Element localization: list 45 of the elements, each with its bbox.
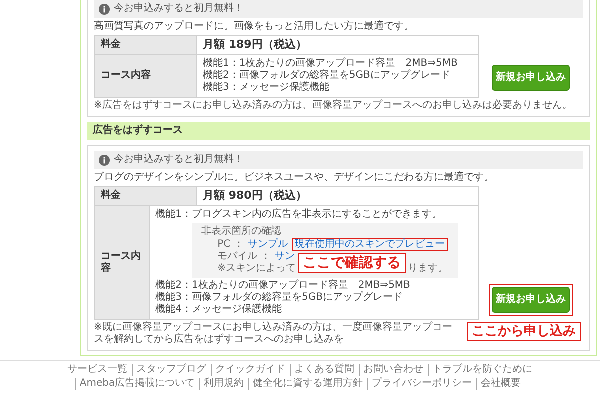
skin-preview-link[interactable]: 現在使用中のスキンでプレビュー	[292, 238, 448, 251]
mobile-label: モバイル ：	[218, 251, 271, 263]
footer-link[interactable]: 会社概要	[476, 378, 526, 390]
notice-text: 今お申込みすると初月無料！	[114, 154, 244, 166]
skin-note: ります。	[408, 263, 448, 275]
footer-link[interactable]: 健全化に資する運用方針	[248, 378, 368, 390]
table-header-cell: 料金	[95, 36, 197, 54]
info-icon	[99, 154, 110, 166]
feature-text: 機能4：メッセージ保護機能	[156, 304, 283, 316]
skin-note: ※スキンによって	[218, 263, 296, 275]
table-header-cell: コース内容	[95, 206, 150, 319]
preview-title: 非表示箇所の確認	[202, 226, 282, 238]
info-icon	[99, 4, 110, 14]
table-header-cell: コース内容	[95, 55, 197, 97]
footer-link[interactable]: 利用規約	[199, 378, 248, 390]
footer-link[interactable]: Ameba広告掲載について	[74, 378, 200, 390]
sample-link[interactable]: サンプル	[248, 238, 288, 250]
table-header-cell: 料金	[95, 187, 197, 205]
callout-label: ここから申し込み	[467, 322, 581, 341]
feature-text: 機能3：画像フォルダの総容量を5GBにアップグレード	[156, 292, 404, 304]
sample-link[interactable]: サン	[274, 251, 295, 263]
feature-text: 機能2：1枚あたりの画像アップロード容量 2MB⇒5MB	[156, 280, 412, 292]
footer-link[interactable]: スタッフブログ	[132, 364, 210, 376]
feature-text: 機能2：画像フォルダの総容量を5GBにアップグレード	[203, 70, 452, 82]
footer-link[interactable]: クイックガイド	[210, 364, 290, 376]
notice-text: 今お申込みすると初月無料！	[114, 3, 244, 15]
footer-link[interactable]: サービス一覧	[64, 364, 132, 376]
course-footnote: ※広告をはずすコースにお申し込み済みの方は、画像容量アップコースへのお申し込みは必要ありません。	[94, 100, 572, 112]
feature-text: 機能1：ブログスキン内の広告を非表示にすることができます。	[156, 209, 443, 221]
footer-link[interactable]: お問い合わせ	[358, 364, 428, 376]
footer-link[interactable]: よくある質問	[290, 364, 358, 376]
course-footnote: ※既に画像容量アップコースにお申し込み済みの方は、一度画像容量アップコースを解約してから広告をはずすコースへのお申し込みを	[94, 322, 454, 346]
feature-text: 機能1：1枚あたりの画像アップロード容量 2MB⇒5MB	[203, 58, 459, 70]
feature-text: 機能3：メッセージ保護機能	[203, 82, 330, 94]
price-cell-text: 月額 980円（税込）	[202, 188, 308, 204]
footer-link[interactable]: トラブルを防ぐために	[428, 364, 536, 376]
apply-button[interactable]: 新規お申し込み	[492, 65, 570, 91]
callout-label: ここで確認する	[298, 253, 406, 273]
footer-link[interactable]: プライバシーポリシー	[367, 378, 476, 390]
price-cell-text: 月額 189円（税込）	[202, 37, 308, 53]
course-description: ブログのデザインをシンプルに。ビジネスユースや、デザインにこだわる方に最適です。	[94, 172, 495, 184]
pc-label: PC ：	[218, 238, 244, 250]
course-description: 高画質写真のアップロードに。画像をもっと活用したい方に最適です。	[94, 21, 415, 33]
apply-button[interactable]: 新規お申し込み	[492, 287, 570, 313]
section-heading: 広告をはずすコース	[87, 122, 590, 140]
